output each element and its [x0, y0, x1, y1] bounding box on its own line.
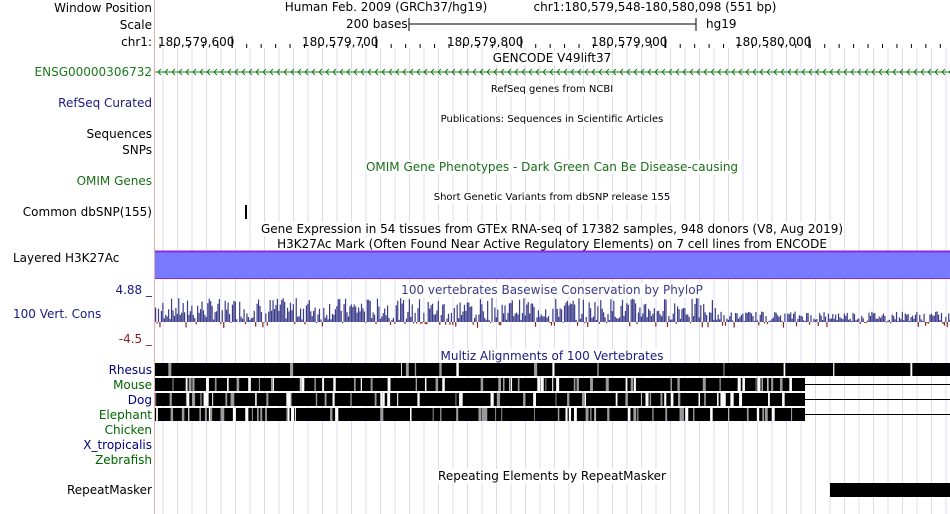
- dbsnp-variant-mark[interactable]: [155, 203, 950, 223]
- gtex-track-title: Gene Expression in 54 tissues from GTEx …: [260, 222, 844, 236]
- species-label-rhesus[interactable]: Rhesus: [109, 363, 152, 377]
- ruler-tick-label: 180,579,700: [302, 35, 379, 49]
- ruler-tick-label: 180,580,000: [735, 35, 812, 49]
- h3k27ac-track-title: H3K27Ac Mark (Often Found Near Active Re…: [277, 237, 827, 251]
- ruler-tick-label: 180,579,800: [447, 35, 524, 49]
- species-label-mouse[interactable]: Mouse: [113, 378, 152, 392]
- cons-max-label: 4.88 _: [115, 283, 152, 297]
- track-image-area[interactable]: Human Feb. 2009 (GRCh37/hg19) chr1:180,5…: [155, 0, 950, 514]
- multiz-track-title: Multiz Alignments of 100 Vertebrates: [440, 349, 664, 363]
- publications-track-title: Publications: Sequences in Scientific Ar…: [440, 114, 664, 126]
- species-label-elephant[interactable]: Elephant: [99, 408, 152, 422]
- species-label-dog[interactable]: Dog: [128, 393, 152, 407]
- scale-label: Scale: [119, 18, 152, 32]
- window-position-label: Window Position: [54, 1, 152, 15]
- track-label-column: Window Position Scale chr1: ENSG00000306…: [0, 0, 155, 514]
- gencode-gene-label[interactable]: ENSG00000306732: [35, 65, 152, 79]
- common-dbsnp-label[interactable]: Common dbSNP(155): [23, 205, 152, 219]
- chrom-label: chr1:: [121, 35, 152, 49]
- omim-genes-label[interactable]: OMIM Genes: [77, 174, 152, 188]
- genome-browser-image[interactable]: Window Position Scale chr1: ENSG00000306…: [0, 0, 950, 514]
- omim-track-title: OMIM Gene Phenotypes - Dark Green Can Be…: [365, 160, 739, 174]
- species-label-zebrafish[interactable]: Zebrafish: [95, 453, 152, 467]
- ruler-tick-label: 180,579,900: [591, 35, 668, 49]
- gencode-gene-graphic[interactable]: [155, 66, 950, 78]
- snps-label[interactable]: SNPs: [122, 143, 152, 157]
- phylop-conservation-plot[interactable]: [155, 295, 950, 335]
- refseq-curated-label[interactable]: RefSeq Curated: [58, 96, 152, 110]
- multiz-alignment-blocks[interactable]: [155, 362, 950, 472]
- vert-cons-label[interactable]: 100 Vert. Cons: [13, 307, 101, 321]
- repeatmasker-label[interactable]: RepeatMasker: [67, 483, 152, 497]
- gencode-track-title: GENCODE V49lift37: [492, 51, 612, 65]
- layered-h3k27ac-label[interactable]: Layered H3K27Ac: [13, 251, 119, 265]
- sequences-label[interactable]: Sequences: [87, 127, 152, 141]
- cons-min-label: -4.5 _: [118, 332, 152, 346]
- species-label-x-tropicalis[interactable]: X_tropicalis: [83, 438, 152, 452]
- ruler-tick-label: 180,579,600: [158, 35, 235, 49]
- species-label-chicken[interactable]: Chicken: [105, 423, 152, 437]
- h3k27ac-signal[interactable]: [155, 250, 950, 280]
- refseq-track-title: RefSeq genes from NCBI: [490, 84, 614, 96]
- repeatmasker-element[interactable]: [155, 480, 950, 500]
